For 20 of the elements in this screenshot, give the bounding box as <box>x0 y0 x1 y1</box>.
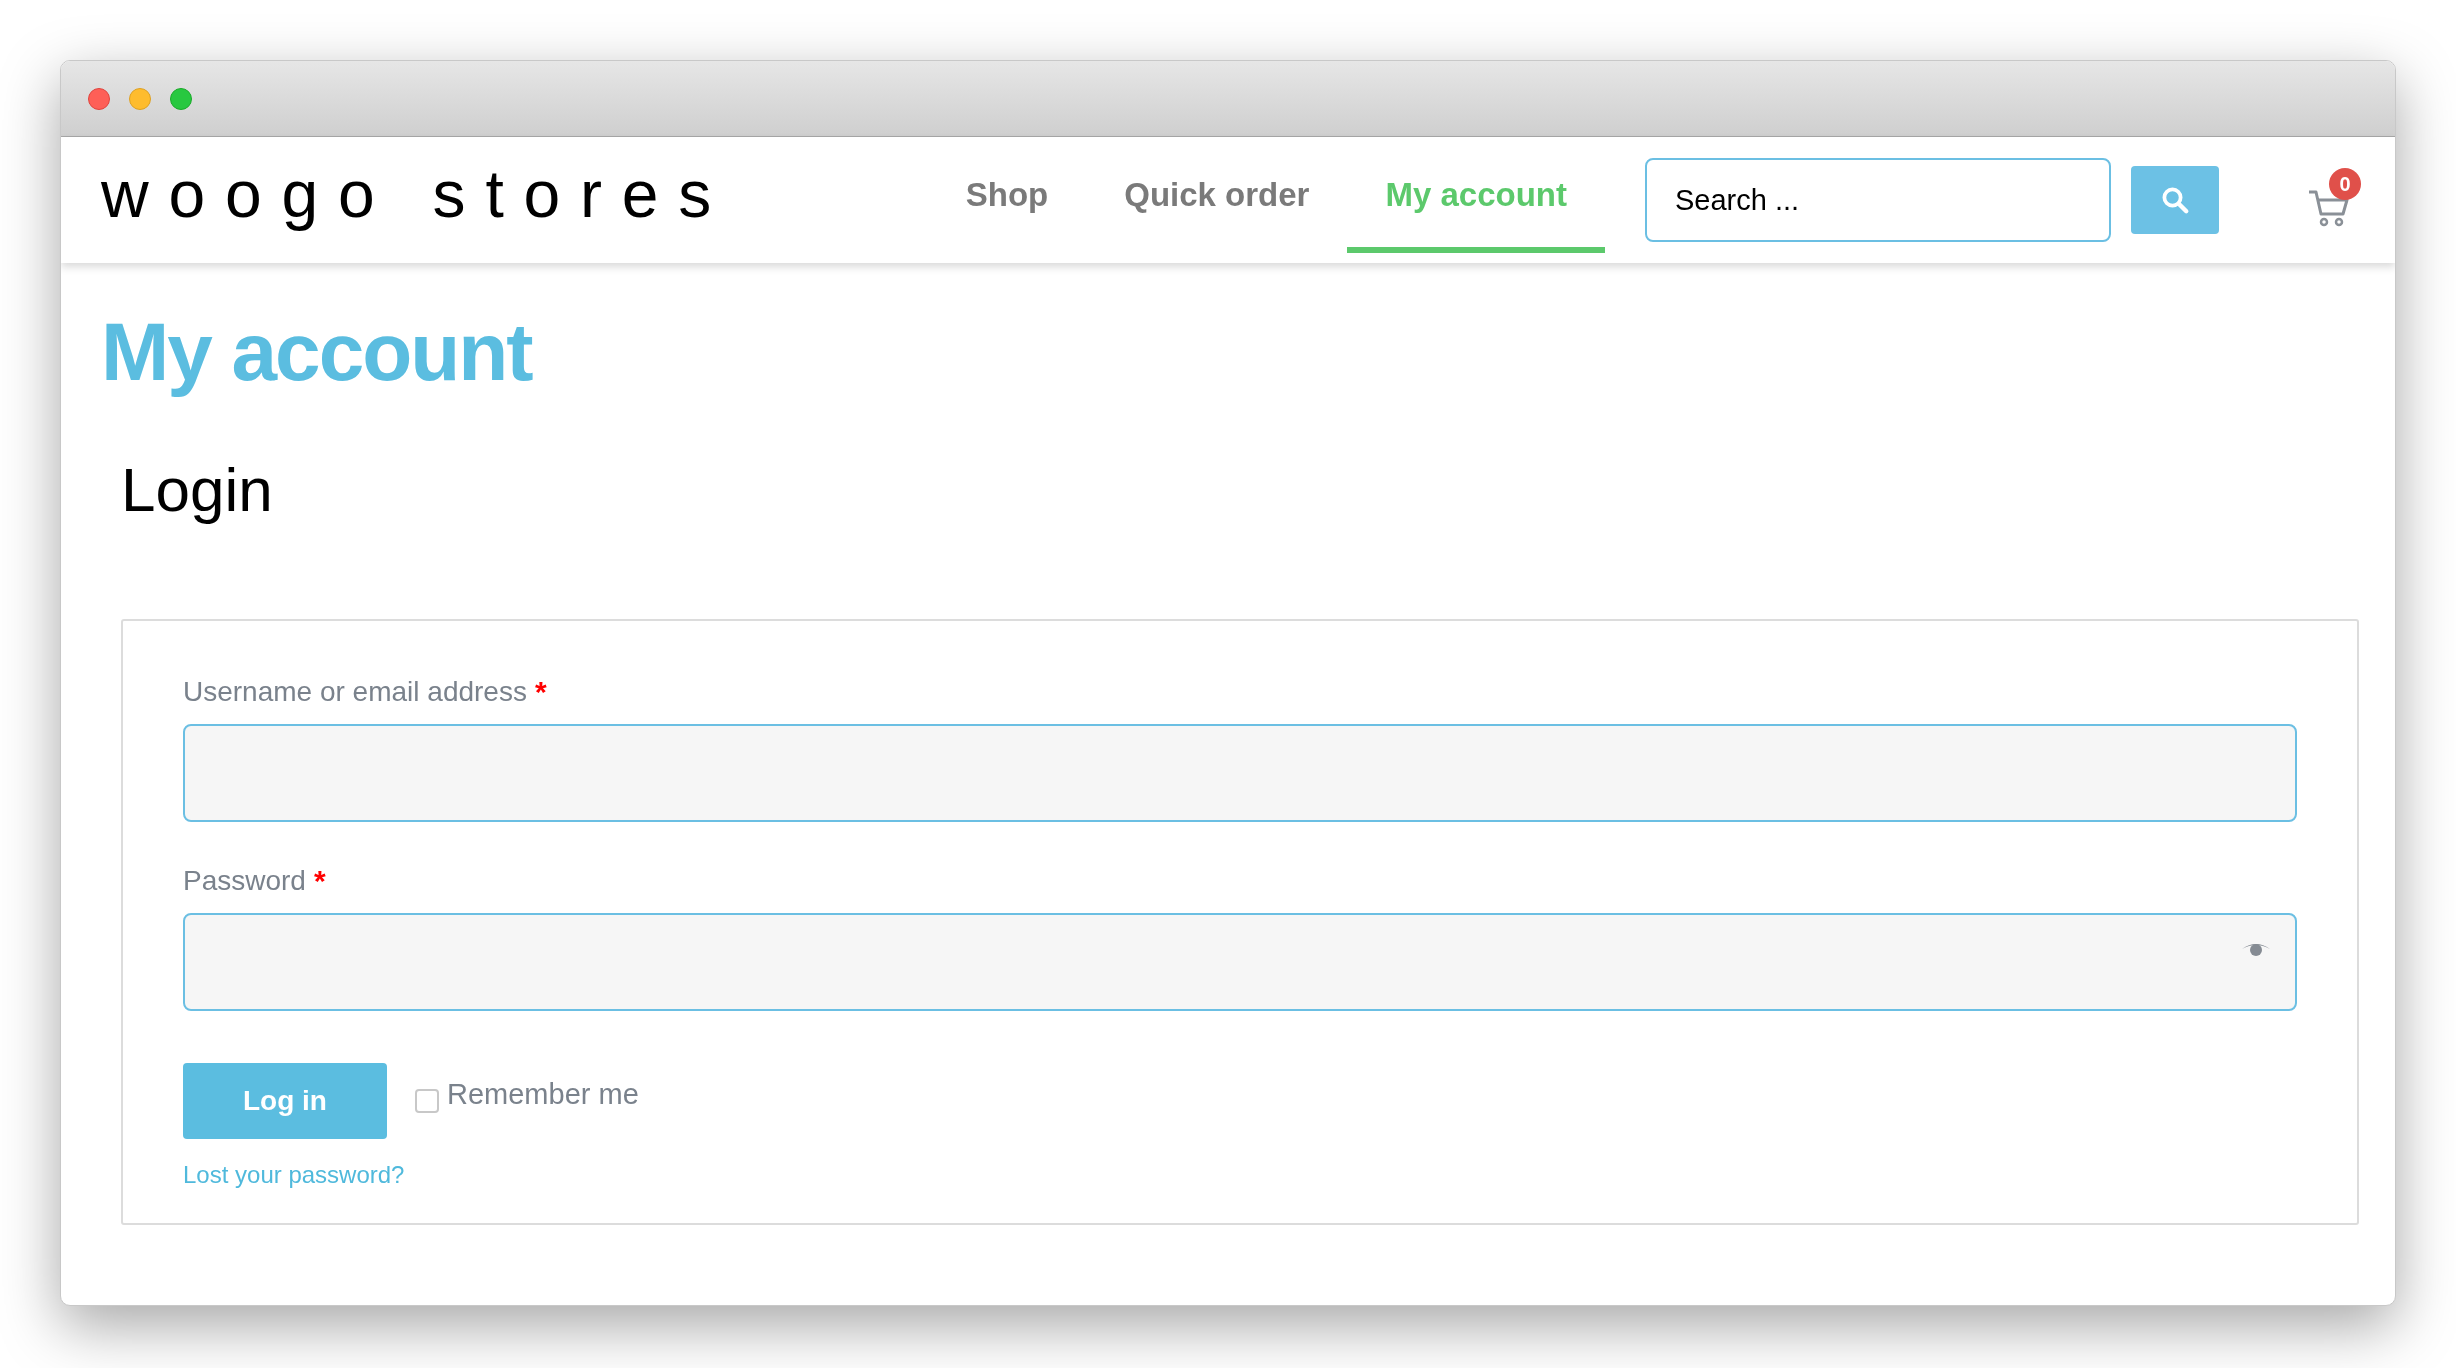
password-field[interactable] <box>183 913 2297 1011</box>
field-label: Username or email address <box>183 674 527 709</box>
search-button[interactable] <box>2131 166 2219 234</box>
search-icon <box>2160 185 2190 215</box>
close-button[interactable] <box>88 87 110 110</box>
username-field[interactable] <box>183 724 2297 822</box>
required-mark: * <box>534 674 547 710</box>
required-mark: * <box>313 863 326 899</box>
maximize-button[interactable] <box>170 87 192 110</box>
site-logo[interactable]: woogo stores <box>101 155 732 235</box>
search-field[interactable]: Search ... <box>1645 158 2111 242</box>
cart-count-badge: 0 <box>2329 168 2361 200</box>
nav-link[interactable]: Quick order <box>1086 137 1348 253</box>
remember-label: Remember me <box>447 1077 639 1113</box>
field-label: Password <box>183 863 306 898</box>
remember-checkbox[interactable] <box>415 1089 439 1113</box>
nav-link[interactable]: Shop <box>927 137 1087 253</box>
lost-password-link[interactable]: Lost your password? <box>183 1157 405 1193</box>
show-password-icon[interactable] <box>2241 941 2271 957</box>
minimize-button[interactable] <box>129 87 151 110</box>
